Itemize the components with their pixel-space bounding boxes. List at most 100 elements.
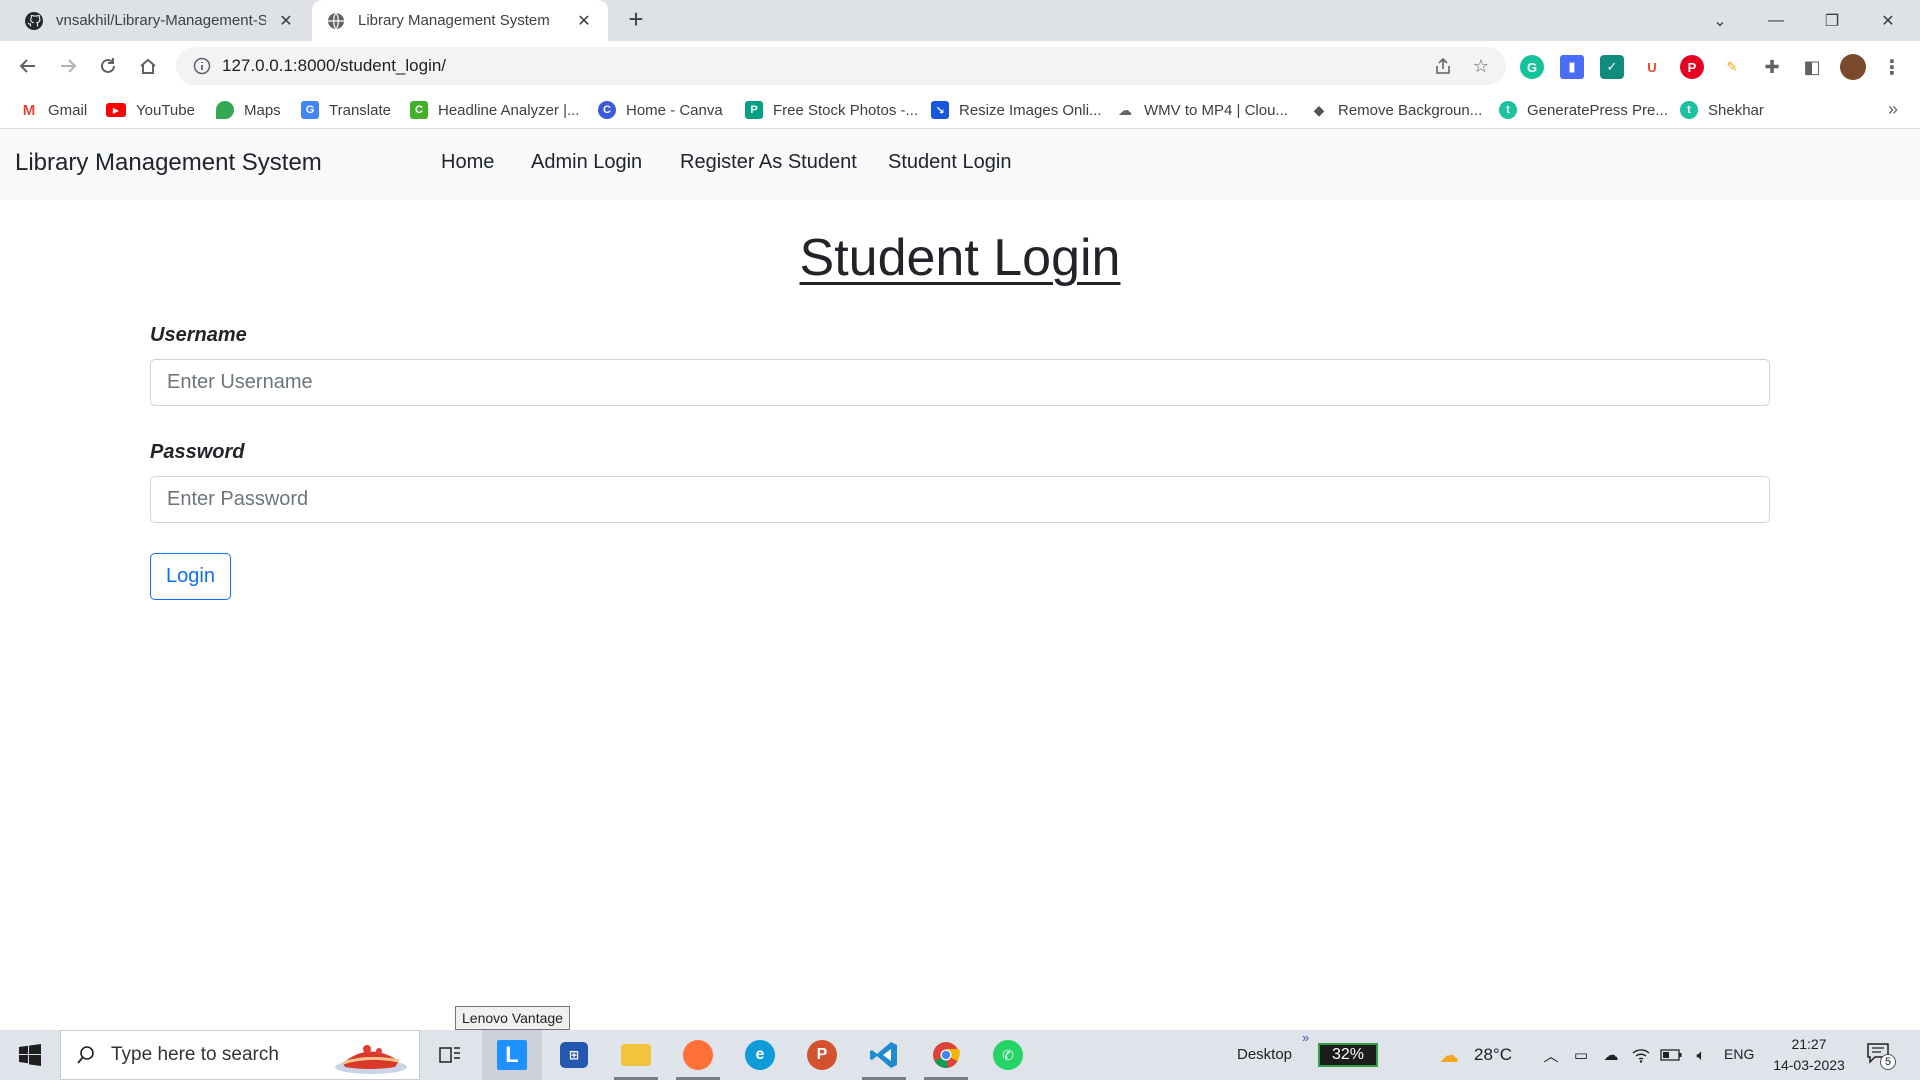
shekhar-icon: t [1680,101,1698,119]
address-bar[interactable]: 127.0.0.1:8000/student_login/ ☆ [176,47,1506,85]
nav-link-register-student[interactable]: Register As Student [680,151,857,174]
weather-temperature[interactable]: 28°C [1474,1045,1512,1065]
toolbar-expand-icon[interactable]: » [1302,1030,1309,1045]
desktop-toolbar-label[interactable]: Desktop [1237,1046,1292,1063]
vscode-icon[interactable] [854,1030,914,1080]
resize-images-icon: ↘ [931,101,949,119]
bookmark-maps[interactable]: Maps [216,99,281,121]
meet-now-icon[interactable]: ▭ [1570,1044,1592,1066]
powerpoint-icon[interactable]: P [792,1030,852,1080]
bookmark-shekhar[interactable]: t Shekhar [1680,99,1764,121]
windows-taskbar: Type here to search L ⊞ e P ✆ Desktop » … [0,1030,1920,1080]
extension-pencil-icon[interactable]: ✎ [1720,55,1744,79]
username-label: Username [150,324,247,346]
menu-kebab-icon[interactable]: ⋮ [1880,55,1904,79]
taskbar-clock[interactable]: 21:27 14-03-2023 [1764,1034,1854,1076]
nav-link-home[interactable]: Home [441,151,494,174]
bookmark-label: YouTube [136,101,195,119]
extension-chart-icon[interactable]: ▮ [1560,55,1584,79]
site-info-icon[interactable] [182,57,222,75]
share-icon[interactable] [1432,55,1454,77]
nav-link-admin-login[interactable]: Admin Login [531,151,642,174]
microsoft-store-icon[interactable]: ⊞ [544,1030,604,1080]
profile-avatar[interactable] [1840,54,1866,80]
password-input[interactable] [150,476,1770,523]
battery-percent-widget[interactable]: 32% [1318,1043,1378,1067]
pinterest-icon[interactable]: P [1680,55,1704,79]
notification-count-badge: 5 [1880,1054,1896,1070]
show-hidden-icons-chevron-icon[interactable]: ︿ [1540,1044,1562,1066]
task-view-icon[interactable] [420,1030,480,1080]
bookmark-headline-analyzer[interactable]: C Headline Analyzer |... [410,99,579,121]
edge-icon[interactable]: e [730,1030,790,1080]
input-language-indicator[interactable]: ENG [1724,1046,1754,1062]
battery-icon[interactable] [1660,1044,1682,1066]
bookmark-label: GeneratePress Pre... [1527,101,1668,119]
browser-tab-active[interactable]: Library Management System ✕ [312,0,608,41]
bookmark-label: Headline Analyzer |... [438,101,580,119]
firefox-icon[interactable] [668,1030,728,1080]
bookmark-label: Resize Images Onli... [959,101,1102,119]
more-bookmarks-icon[interactable]: » [1888,99,1898,120]
reload-icon[interactable] [92,50,124,82]
tab-search-icon[interactable]: ⌄ [1692,0,1748,41]
tab-title: vnsakhil/Library-Management-Sy [56,12,266,29]
browser-tab-github[interactable]: vnsakhil/Library-Management-Sy ✕ [10,0,310,41]
bookmark-free-stock-photos[interactable]: P Free Stock Photos -... [745,99,918,121]
volume-icon[interactable]: 🔈︎ [1690,1044,1712,1066]
nav-link-student-login[interactable]: Student Login [888,151,1011,174]
side-panel-icon[interactable]: ◧ [1800,55,1824,79]
close-tab-icon[interactable]: ✕ [574,11,594,31]
forward-arrow-icon[interactable] [52,50,84,82]
github-icon [24,11,44,31]
search-icon [61,1045,111,1065]
bookmark-youtube[interactable]: ▶ YouTube [106,99,195,121]
wifi-icon[interactable] [1630,1044,1652,1066]
maps-icon [216,101,234,119]
extension-u-icon[interactable]: U [1640,55,1664,79]
bookmark-label: Translate [329,101,391,119]
bookmark-resize-images[interactable]: ↘ Resize Images Onli... [931,99,1102,121]
translate-icon: G [301,101,319,119]
bookmark-generatepress[interactable]: t GeneratePress Pre... [1499,99,1668,121]
navbar-brand[interactable]: Library Management System [15,149,322,177]
clock-time: 21:27 [1791,1036,1827,1052]
chrome-icon[interactable] [916,1030,976,1080]
new-tab-icon[interactable]: + [622,6,650,34]
grammarly-icon[interactable]: G [1520,55,1544,79]
remove-bg-icon: ◆ [1310,101,1328,119]
bookmark-translate[interactable]: G Translate [301,99,391,121]
username-input[interactable] [150,359,1770,406]
generatepress-icon: t [1499,101,1517,119]
back-arrow-icon[interactable] [12,50,44,82]
whatsapp-icon[interactable]: ✆ [978,1030,1038,1080]
weather-icon[interactable]: ☁ [1434,1044,1464,1067]
file-explorer-icon[interactable] [606,1030,666,1080]
url-text: 127.0.0.1:8000/student_login/ [222,56,447,75]
password-label: Password [150,441,245,463]
login-button[interactable]: Login [150,553,231,600]
restore-icon[interactable]: ❐ [1804,0,1860,41]
bookmark-label: WMV to MP4 | Clou... [1144,101,1288,119]
notification-center-icon[interactable]: 5 [1866,1042,1896,1070]
bookmark-star-icon[interactable]: ☆ [1470,55,1492,77]
close-tab-icon[interactable]: ✕ [276,11,296,31]
globe-icon [326,11,346,31]
close-window-icon[interactable]: ✕ [1860,0,1916,41]
home-icon[interactable] [132,50,164,82]
bookmark-gmail[interactable]: M Gmail [20,99,87,121]
clock-date: 14-03-2023 [1773,1057,1845,1073]
minimize-icon[interactable]: — [1748,0,1804,41]
windows-start-icon[interactable] [0,1030,60,1080]
taskbar-search-box[interactable]: Type here to search [60,1030,420,1080]
bookmark-label: Home - Canva [626,101,723,119]
extension-check-icon[interactable]: ✓ [1600,55,1624,79]
app-navbar: Library Management System Home Admin Log… [0,129,1920,199]
bookmark-wmv-to-mp4[interactable]: ☁ WMV to MP4 | Clou... [1116,99,1288,121]
extensions-puzzle-icon[interactable]: ✚ [1760,55,1784,79]
bookmark-canva[interactable]: C Home - Canva [598,99,723,121]
bookmark-remove-background[interactable]: ◆ Remove Backgroun... [1310,99,1482,121]
bookmark-label: Shekhar [1708,101,1764,119]
onedrive-cloud-icon[interactable]: ☁ [1600,1044,1622,1066]
lenovo-vantage-app-icon[interactable]: L [482,1030,542,1080]
